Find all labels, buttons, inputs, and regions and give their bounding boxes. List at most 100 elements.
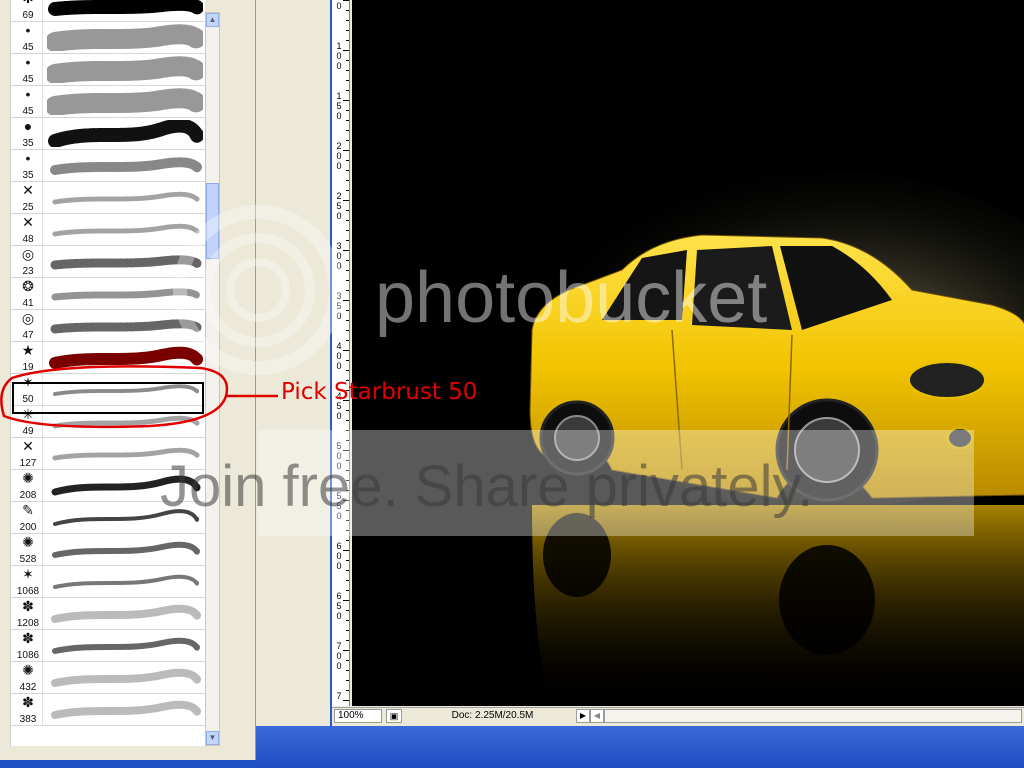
- ruler-tick: [346, 20, 349, 21]
- brush-preset-row[interactable]: ✕ 25: [11, 182, 205, 214]
- doc-size: Doc: 2.25M/20.5M: [451, 710, 534, 721]
- document-canvas[interactable]: [352, 0, 1024, 706]
- ruler-digit: 0: [336, 451, 342, 461]
- ruler-tick: [346, 180, 349, 181]
- brush-size-label: 1068: [16, 586, 40, 597]
- brush-preset-row[interactable]: • 35: [11, 150, 205, 182]
- ruler-digit: 5: [336, 301, 342, 311]
- brush-preset-row[interactable]: ✎ 200: [11, 502, 205, 534]
- ruler-tick: [346, 240, 349, 241]
- ruler-tick: [346, 320, 349, 321]
- brush-thumbnail: ✺ 528: [13, 534, 43, 565]
- brush-tip-icon: ✕: [22, 182, 34, 198]
- brush-preset-row[interactable]: • 45: [11, 22, 205, 54]
- brush-size-label: 208: [19, 490, 37, 501]
- ruler-tick: [346, 80, 349, 81]
- ruler-tick: [346, 590, 349, 591]
- ruler-tick: [346, 310, 349, 311]
- ruler-tick: [343, 350, 349, 351]
- ruler-tick: [346, 270, 349, 271]
- ruler-tick: [346, 90, 349, 91]
- brush-thumbnail: • 45: [13, 86, 43, 117]
- ruler-tick: [346, 290, 349, 291]
- ruler-tick: [346, 60, 349, 61]
- brush-size-label: 45: [22, 42, 34, 53]
- ruler-tick: [346, 330, 349, 331]
- ruler-digit: 0: [336, 651, 342, 661]
- status-menu-button[interactable]: ▣: [386, 709, 402, 723]
- ruler-tick: [346, 70, 349, 71]
- brush-preset-row[interactable]: ✺ 528: [11, 534, 205, 566]
- scroll-up-button[interactable]: ▲: [206, 13, 219, 27]
- ruler-digit: 0: [336, 161, 342, 171]
- brush-stroke-preview: [51, 604, 201, 623]
- ruler-digit: 0: [336, 461, 342, 471]
- zoom-level-field[interactable]: 100%: [334, 709, 382, 723]
- brush-tip-icon: ✕: [22, 214, 34, 230]
- brush-tip-icon: ✺: [22, 470, 34, 486]
- brush-thumbnail: ✱ 69: [13, 0, 43, 21]
- brush-preset-row[interactable]: • 45: [11, 86, 205, 118]
- brush-thumbnail: • 45: [13, 22, 43, 53]
- brush-tip-icon: ❂: [22, 278, 34, 294]
- brush-tip-icon: •: [25, 86, 31, 102]
- ruler-digit: 0: [336, 251, 342, 261]
- brush-thumbnail: ✎ 200: [13, 502, 43, 533]
- ruler-tick: [346, 680, 349, 681]
- brush-preset-row[interactable]: ✽ 383: [11, 694, 205, 726]
- ruler-tick: [346, 430, 349, 431]
- scrollbar-thumb[interactable]: [206, 183, 219, 259]
- brush-thumbnail: • 45: [13, 54, 43, 85]
- ruler-tick: [346, 530, 349, 531]
- ruler-digit: 0: [336, 511, 342, 521]
- ruler-tick: [343, 100, 349, 101]
- ruler-digit: 0: [336, 611, 342, 621]
- ruler-tick: [343, 250, 349, 251]
- ruler-tick: [346, 610, 349, 611]
- brush-preset-row[interactable]: • 45: [11, 54, 205, 86]
- ruler-digit: 0: [336, 411, 342, 421]
- brush-thumbnail: ❂ 41: [13, 278, 43, 309]
- brush-preset-row[interactable]: ◎ 23: [11, 246, 205, 278]
- document-icon: ▣: [389, 711, 399, 721]
- chevron-left-icon: ◀: [593, 711, 601, 720]
- ruler-tick: [343, 300, 349, 301]
- ruler-tick: [343, 600, 349, 601]
- brush-preset-row[interactable]: ● 35: [11, 118, 205, 150]
- brush-stroke-preview: [52, 191, 200, 205]
- brush-preset-row[interactable]: ✽ 1208: [11, 598, 205, 630]
- ruler-tick: [346, 470, 349, 471]
- ruler-tick: [346, 260, 349, 261]
- ruler-tick: [346, 570, 349, 571]
- brush-preset-row[interactable]: ✺ 432: [11, 662, 205, 694]
- brush-preset-row[interactable]: ✱ 69: [11, 0, 205, 22]
- ruler-digit: 0: [336, 561, 342, 571]
- brush-tip-icon: ★: [21, 342, 35, 358]
- ruler-digit: 0: [336, 51, 342, 61]
- brush-preset-row[interactable]: ✕ 127: [11, 438, 205, 470]
- brush-preset-row[interactable]: ✺ 208: [11, 470, 205, 502]
- brush-preset-row[interactable]: ✶ 1068: [11, 566, 205, 598]
- ruler-tick: [346, 10, 349, 11]
- brush-size-label: 69: [22, 10, 34, 21]
- scroll-left-button[interactable]: ◀: [590, 709, 604, 723]
- ruler-tick: [346, 230, 349, 231]
- brush-preset-row[interactable]: ◎ 47: [11, 310, 205, 342]
- brush-size-label: 45: [22, 106, 34, 117]
- brush-size-label: 528: [19, 554, 37, 565]
- brush-size-label: 1208: [16, 618, 40, 629]
- horizontal-scrollbar[interactable]: [604, 709, 1022, 723]
- ruler-digit: 0: [336, 211, 342, 221]
- brush-size-label: 383: [19, 714, 37, 725]
- brush-preset-row[interactable]: ❂ 41: [11, 278, 205, 310]
- ruler-tick: [346, 210, 349, 211]
- scroll-down-button[interactable]: ▼: [206, 731, 219, 745]
- ruler-tick: [346, 120, 349, 121]
- ruler-tick: [346, 140, 349, 141]
- status-arrow-button[interactable]: ▶: [576, 709, 590, 723]
- brush-preset-row[interactable]: ✽ 1086: [11, 630, 205, 662]
- brush-preset-row[interactable]: ✕ 48: [11, 214, 205, 246]
- brush-size-label: 25: [22, 202, 34, 213]
- ruler-tick: [343, 50, 349, 51]
- brush-thumbnail: ◎ 23: [13, 246, 43, 277]
